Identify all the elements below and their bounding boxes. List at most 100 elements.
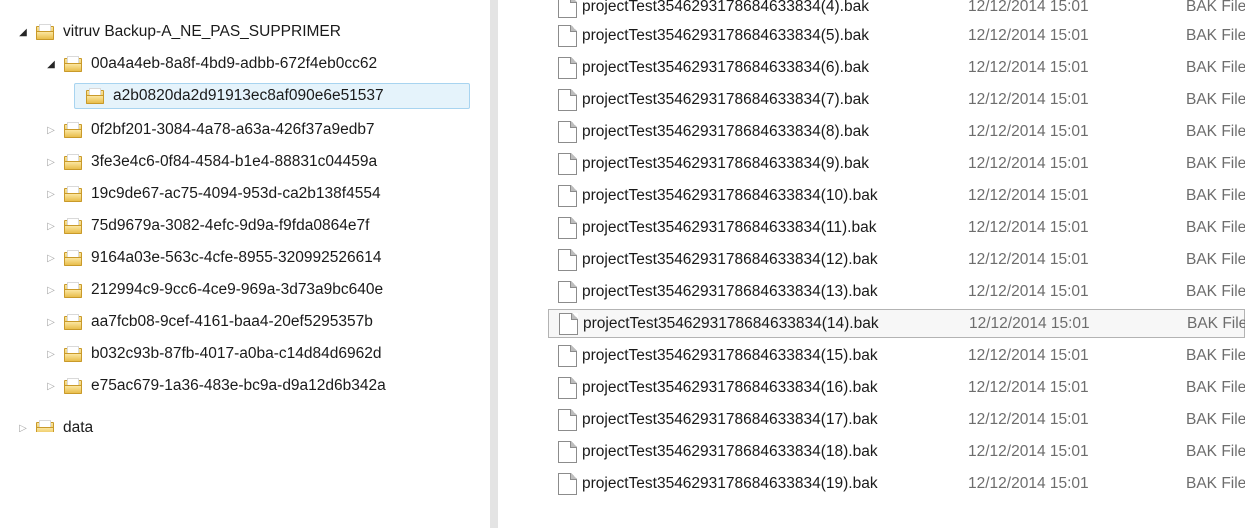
file-type: BAK File	[1186, 442, 1245, 460]
file-icon	[558, 56, 577, 79]
file-icon	[558, 280, 577, 303]
tree-item[interactable]: ▷ aa7fcb08-9cef-4161-baa4-20ef5295357b	[44, 310, 373, 334]
file-name: projectTest3546293178684633834(5).bak	[582, 26, 869, 44]
folder-icon	[63, 153, 83, 171]
triangle-collapsed-icon[interactable]: ▷	[44, 219, 58, 233]
file-row[interactable]: projectTest3546293178684633834(16).bak 1…	[548, 373, 1245, 402]
file-name: projectTest3546293178684633834(4).bak	[582, 0, 869, 15]
file-row[interactable]: projectTest3546293178684633834(12).bak 1…	[548, 245, 1245, 274]
file-row[interactable]: projectTest3546293178684633834(9).bak 12…	[548, 149, 1245, 178]
tree-item[interactable]: ▷ b032c93b-87fb-4017-a0ba-c14d84d6962d	[44, 342, 381, 366]
file-icon	[558, 248, 577, 271]
file-name: projectTest3546293178684633834(11).bak	[582, 218, 877, 236]
tree-item[interactable]: ▷ e75ac679-1a36-483e-bc9a-d9a12d6b342a	[44, 374, 386, 398]
file-type: BAK File	[1186, 378, 1245, 396]
file-type: BAK File	[1186, 58, 1245, 76]
file-icon	[558, 88, 577, 111]
file-row[interactable]: projectTest3546293178684633834(18).bak 1…	[548, 437, 1245, 466]
tree-item-selected[interactable]: a2b0820da2d91913ec8af090e6e51537	[74, 83, 470, 109]
file-name: projectTest3546293178684633834(18).bak	[582, 442, 878, 460]
file-name: projectTest3546293178684633834(16).bak	[582, 378, 878, 396]
file-name: projectTest3546293178684633834(13).bak	[582, 282, 878, 300]
tree-item[interactable]: ▷ 0f2bf201-3084-4a78-a63a-426f37a9edb7	[44, 118, 375, 142]
folder-icon	[63, 217, 83, 235]
tree-item-label: a2b0820da2d91913ec8af090e6e51537	[113, 87, 384, 104]
navigation-tree-pane: ◢ vitruv Backup-A_NE_PAS_SUPPRIMER ◢ 00a…	[0, 0, 490, 528]
triangle-collapsed-icon[interactable]: ▷	[44, 187, 58, 201]
file-name: projectTest3546293178684633834(9).bak	[582, 154, 869, 172]
tree-item[interactable]: ▷ 75d9679a-3082-4efc-9d9a-f9fda0864e7f	[44, 214, 369, 238]
tree-item-label: 0f2bf201-3084-4a78-a63a-426f37a9edb7	[91, 121, 375, 138]
file-row-selected[interactable]: projectTest3546293178684633834(14).bak 1…	[548, 309, 1245, 338]
tree-item-label: vitruv Backup-A_NE_PAS_SUPPRIMER	[63, 23, 341, 40]
triangle-collapsed-icon[interactable]: ▷	[44, 315, 58, 329]
file-name: projectTest3546293178684633834(19).bak	[582, 474, 878, 492]
file-type: BAK File	[1186, 410, 1245, 428]
tree-item-label: 00a4a4eb-8a8f-4bd9-adbb-672f4eb0cc62	[91, 55, 378, 72]
triangle-collapsed-icon[interactable]: ▷	[44, 283, 58, 297]
file-row[interactable]: projectTest3546293178684633834(13).bak 1…	[548, 277, 1245, 306]
triangle-collapsed-icon[interactable]: ▷	[44, 251, 58, 265]
file-icon	[559, 312, 578, 335]
file-row[interactable]: projectTest3546293178684633834(15).bak 1…	[548, 341, 1245, 370]
file-row[interactable]: projectTest3546293178684633834(8).bak 12…	[548, 117, 1245, 146]
tree-item[interactable]: ▷ 9164a03e-563c-4cfe-8955-320992526614	[44, 246, 381, 270]
file-type: BAK File	[1186, 186, 1245, 204]
file-icon	[558, 440, 577, 463]
tree-item-label: b032c93b-87fb-4017-a0ba-c14d84d6962d	[91, 345, 382, 362]
file-row[interactable]: projectTest3546293178684633834(7).bak 12…	[548, 85, 1245, 114]
tree-viewport: ◢ vitruv Backup-A_NE_PAS_SUPPRIMER ◢ 00a…	[0, 12, 490, 432]
file-date: 12/12/2014 15:01	[968, 250, 1089, 268]
folder-icon	[35, 419, 55, 432]
pane-splitter[interactable]	[490, 0, 498, 528]
triangle-collapsed-icon[interactable]: ▷	[44, 347, 58, 361]
file-row[interactable]: projectTest3546293178684633834(5).bak 12…	[548, 21, 1245, 50]
tree-item[interactable]: ▷ 19c9de67-ac75-4094-953d-ca2b138f4554	[44, 182, 381, 206]
file-type: BAK File	[1186, 218, 1245, 236]
file-icon	[558, 24, 577, 47]
file-row[interactable]: projectTest3546293178684633834(19).bak 1…	[548, 469, 1245, 498]
folder-icon	[85, 87, 105, 105]
folder-icon	[35, 23, 55, 41]
triangle-expanded-icon[interactable]: ◢	[16, 25, 30, 39]
triangle-collapsed-icon[interactable]: ▷	[44, 155, 58, 169]
file-row[interactable]: projectTest3546293178684633834(11).bak 1…	[548, 213, 1245, 242]
file-type: BAK File	[1186, 346, 1245, 364]
triangle-collapsed-icon[interactable]: ▷	[44, 123, 58, 137]
tree-item-label: aa7fcb08-9cef-4161-baa4-20ef5295357b	[91, 313, 373, 330]
tree-item[interactable]: ▷ 212994c9-9cc6-4ce9-969a-3d73a9bc640e	[44, 278, 383, 302]
tree-item-parent[interactable]: ◢ 00a4a4eb-8a8f-4bd9-adbb-672f4eb0cc62	[44, 52, 377, 76]
file-type: BAK File	[1186, 90, 1245, 108]
file-date: 12/12/2014 15:01	[968, 90, 1089, 108]
file-name: projectTest3546293178684633834(17).bak	[582, 410, 878, 428]
file-icon	[558, 344, 577, 367]
folder-icon	[63, 121, 83, 139]
file-type: BAK File	[1186, 26, 1245, 44]
tree-item-root[interactable]: ◢ vitruv Backup-A_NE_PAS_SUPPRIMER	[16, 20, 341, 44]
tree-item[interactable]: ▷ 3fe3e4c6-0f84-4584-b1e4-88831c04459a	[44, 150, 377, 174]
file-date: 12/12/2014 15:01	[968, 282, 1089, 300]
tree-item-label: 9164a03e-563c-4cfe-8955-320992526614	[91, 249, 382, 266]
folder-icon	[63, 345, 83, 363]
file-name: projectTest3546293178684633834(14).bak	[583, 314, 879, 332]
file-name: projectTest3546293178684633834(15).bak	[582, 346, 878, 364]
tree-item-partial[interactable]: ▷ data	[16, 416, 93, 432]
file-row[interactable]: projectTest3546293178684633834(17).bak 1…	[548, 405, 1245, 434]
file-list-pane: projectTest3546293178684633834(4).bak 12…	[498, 0, 1245, 528]
file-icon	[558, 408, 577, 431]
triangle-collapsed-icon[interactable]: ▷	[44, 379, 58, 393]
file-row[interactable]: projectTest3546293178684633834(10).bak 1…	[548, 181, 1245, 210]
triangle-collapsed-icon[interactable]: ▷	[16, 421, 30, 433]
triangle-expanded-icon[interactable]: ◢	[44, 57, 58, 71]
file-date: 12/12/2014 15:01	[968, 346, 1089, 364]
file-type: BAK File	[1187, 314, 1245, 332]
folder-icon	[63, 185, 83, 203]
file-date: 12/12/2014 15:01	[968, 378, 1089, 396]
file-date: 12/12/2014 15:01	[968, 410, 1089, 428]
file-date: 12/12/2014 15:01	[968, 26, 1089, 44]
file-type: BAK File	[1186, 0, 1245, 15]
folder-icon	[63, 55, 83, 73]
tree-item-label: 3fe3e4c6-0f84-4584-b1e4-88831c04459a	[91, 153, 378, 170]
file-row[interactable]: projectTest3546293178684633834(6).bak 12…	[548, 53, 1245, 82]
file-row[interactable]: projectTest3546293178684633834(4).bak 12…	[548, 0, 1245, 21]
